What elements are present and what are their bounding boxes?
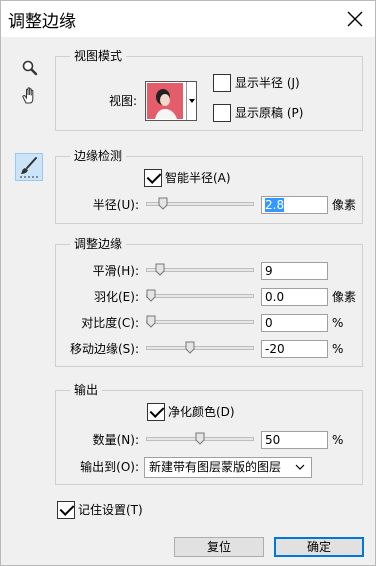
radius-label: 半径(U): bbox=[92, 198, 139, 212]
show-original-label: 显示原稿 (P) bbox=[235, 106, 304, 120]
contrast-value: 0 bbox=[265, 316, 273, 330]
show-radius-checkbox[interactable] bbox=[213, 74, 231, 92]
amount-slider[interactable] bbox=[146, 432, 254, 446]
remember-settings-checkbox[interactable] bbox=[57, 501, 75, 519]
view-dropdown-toggle[interactable] bbox=[186, 82, 196, 120]
slider-track bbox=[146, 320, 254, 324]
magnifier-icon bbox=[22, 60, 38, 76]
smooth-input[interactable]: 9 bbox=[261, 262, 328, 280]
adjust-edge-legend: 调整边缘 bbox=[70, 237, 127, 251]
output-to-select[interactable]: 新建带有图层蒙版的图层 bbox=[144, 457, 312, 478]
triangle-down-icon bbox=[189, 99, 195, 103]
radius-unit: 像素 bbox=[332, 198, 357, 212]
slider-thumb[interactable] bbox=[146, 289, 156, 303]
slider-thumb[interactable] bbox=[146, 315, 156, 329]
view-mode-group: 视图模式 bbox=[55, 49, 363, 131]
portrait-image bbox=[147, 83, 183, 119]
smart-radius-label: 智能半径(A) bbox=[165, 171, 231, 185]
preview-thumbnail bbox=[147, 83, 183, 119]
slider-thumb[interactable] bbox=[195, 432, 205, 446]
remember-settings-label: 记住设置(T) bbox=[78, 503, 143, 517]
ok-button[interactable]: 确定 bbox=[274, 537, 364, 557]
smooth-label: 平滑(H): bbox=[92, 264, 139, 278]
dialog-title: 调整边缘 bbox=[8, 12, 76, 32]
shift-edge-value: -20 bbox=[265, 342, 285, 356]
shift-edge-slider[interactable] bbox=[146, 341, 254, 355]
amount-label: 数量(N): bbox=[92, 433, 139, 447]
view-label: 视图: bbox=[109, 94, 138, 108]
slider-track bbox=[146, 346, 254, 350]
radius-slider[interactable] bbox=[146, 197, 254, 211]
view-mode-legend: 视图模式 bbox=[70, 49, 127, 63]
smooth-value: 9 bbox=[265, 264, 273, 278]
hand-tool[interactable] bbox=[19, 85, 41, 107]
refine-radius-tool[interactable] bbox=[15, 153, 43, 181]
decontaminate-label: 净化颜色(D) bbox=[168, 405, 235, 419]
shift-edge-unit: % bbox=[332, 342, 344, 356]
brush-icon bbox=[20, 157, 38, 178]
close-button[interactable] bbox=[343, 7, 367, 31]
show-original-checkbox[interactable] bbox=[213, 104, 231, 122]
output-to-value: 新建带有图层蒙版的图层 bbox=[149, 460, 282, 474]
edge-detection-legend: 边缘检测 bbox=[70, 149, 127, 163]
view-preview-selector[interactable] bbox=[145, 81, 197, 121]
decontaminate-checkbox[interactable] bbox=[147, 403, 165, 421]
amount-unit: % bbox=[332, 433, 344, 447]
amount-value: 50 bbox=[265, 433, 281, 447]
feather-value: 0.0 bbox=[265, 290, 285, 304]
hand-icon bbox=[22, 87, 34, 104]
smooth-slider[interactable] bbox=[146, 263, 254, 277]
slider-thumb[interactable] bbox=[158, 197, 168, 211]
radius-value: 2.8 bbox=[265, 198, 285, 212]
contrast-unit: % bbox=[332, 316, 344, 330]
contrast-slider[interactable] bbox=[146, 315, 254, 329]
contrast-label: 对比度(C): bbox=[81, 316, 139, 330]
feather-unit: 像素 bbox=[332, 290, 357, 304]
shift-edge-input[interactable]: -20 bbox=[261, 340, 328, 358]
shift-edge-label: 移动边缘(S): bbox=[69, 342, 139, 356]
output-legend: 输出 bbox=[70, 383, 103, 397]
slider-thumb[interactable] bbox=[185, 341, 195, 355]
contrast-input[interactable]: 0 bbox=[261, 314, 328, 332]
title-bar: 调整边缘 bbox=[1, 1, 375, 37]
feather-label: 羽化(E): bbox=[94, 290, 139, 304]
slider-thumb[interactable] bbox=[155, 263, 165, 277]
output-to-label: 输出到(O): bbox=[80, 460, 139, 474]
slider-track bbox=[146, 294, 254, 298]
reset-button[interactable]: 复位 bbox=[174, 537, 264, 557]
close-icon bbox=[347, 11, 363, 27]
refine-edge-dialog: 调整边缘 视图模式 视图: 显示半径 (J) 显示原稿 (P) 边缘检测 智能半… bbox=[0, 0, 376, 566]
zoom-tool[interactable] bbox=[21, 59, 41, 79]
feather-slider[interactable] bbox=[146, 289, 254, 303]
radius-input[interactable]: 2.8 bbox=[261, 196, 328, 214]
chevron-down-icon bbox=[295, 464, 305, 470]
show-radius-label: 显示半径 (J) bbox=[235, 76, 300, 90]
feather-input[interactable]: 0.0 bbox=[261, 288, 328, 306]
smart-radius-checkbox[interactable] bbox=[144, 169, 162, 187]
amount-input[interactable]: 50 bbox=[261, 431, 328, 449]
